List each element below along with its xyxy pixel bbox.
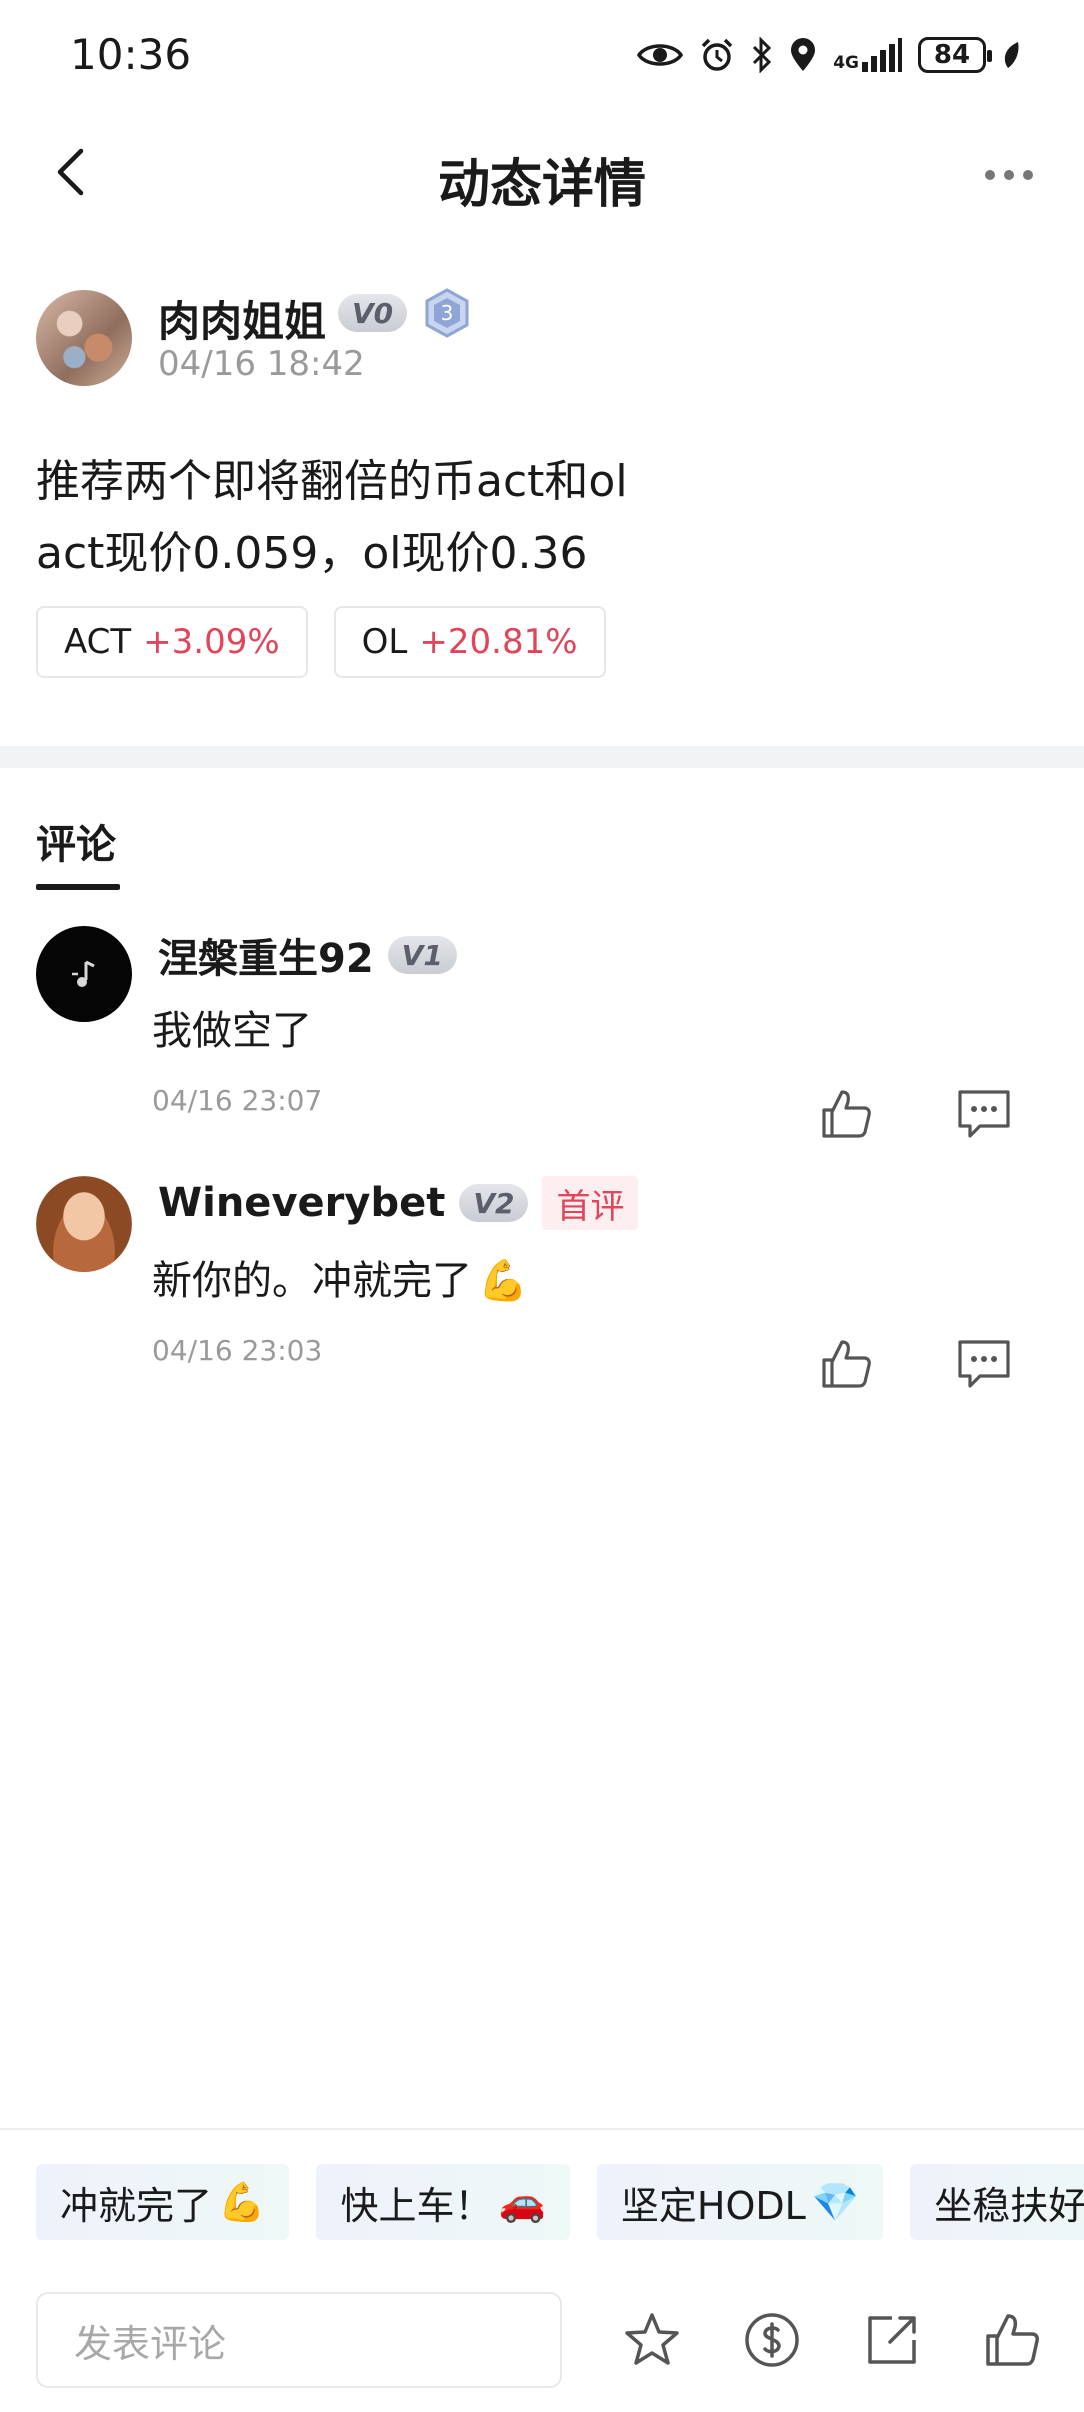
- alarm-icon: [701, 38, 733, 71]
- network-indicator: 4G: [833, 38, 902, 72]
- rank-badge-number: 3: [441, 301, 454, 325]
- music-note-icon: [72, 960, 95, 987]
- comment-text: 新你的。冲就完了 💪: [152, 1248, 528, 1306]
- star-icon[interactable]: [622, 2310, 682, 2370]
- flexed-biceps-emoji: 💪: [478, 1258, 528, 1304]
- commenter-level-badge: V1: [387, 936, 457, 974]
- ticker-chip-act[interactable]: ACT +3.09%: [36, 606, 308, 678]
- ticker-chip-ol[interactable]: OL +20.81%: [333, 606, 606, 678]
- quick-reply-row: 冲就完了 💪 快上车！ 🚗 坚定HODL 💎 坐稳扶好: [36, 2164, 1084, 2240]
- quick-reply-chip[interactable]: 快上车！ 🚗: [316, 2164, 570, 2240]
- top-nav: 动态详情: [0, 120, 1084, 230]
- ticker-change: +20.81%: [419, 622, 578, 662]
- comment-item: Wineverybet V2 首评 新你的。冲就完了 💪 04/16 23:03: [36, 1176, 1048, 1406]
- more-dot-icon: [985, 170, 995, 180]
- commenter-name[interactable]: Wineverybet: [158, 1180, 445, 1226]
- commenter-name[interactable]: 涅槃重生92: [158, 926, 374, 984]
- tab-comments[interactable]: 评论: [36, 812, 116, 870]
- ticker-chips: ACT +3.09% OL +20.81%: [36, 606, 606, 678]
- thumbs-up-icon[interactable]: [818, 1336, 874, 1392]
- first-comment-tag: 首评: [542, 1176, 639, 1230]
- author-level-badge: V0: [338, 294, 408, 332]
- share-icon[interactable]: [862, 2310, 922, 2370]
- ticker-symbol: ACT: [64, 622, 132, 662]
- commenter-avatar[interactable]: [36, 926, 132, 1022]
- comment-bubble-icon[interactable]: [954, 1086, 1014, 1142]
- flexed-biceps-emoji: 💪: [218, 2179, 266, 2224]
- network-type: 4G: [833, 53, 859, 73]
- tab-active-indicator: [36, 884, 120, 890]
- page-title: 动态详情: [437, 155, 646, 215]
- author-name[interactable]: 肉肉姐姐: [158, 288, 326, 349]
- comment-bubble-icon[interactable]: [954, 1336, 1014, 1392]
- post-time: 04/16 18:42: [158, 344, 365, 384]
- commenter-level-badge: V2: [459, 1184, 529, 1222]
- section-divider: [0, 746, 1084, 768]
- quick-reply-text: 坚定HODL: [620, 2183, 806, 2228]
- quick-reply-text: 冲就完了: [60, 2183, 213, 2228]
- rank-badge-icon: 3: [425, 288, 469, 338]
- post-body: 推荐两个即将翻倍的币act和ol act现价0.059，ol现价0.36: [36, 446, 1036, 590]
- post-author: 肉肉姐姐 V0 3 04/16 18:42: [36, 288, 1036, 388]
- comment-text: 我做空了: [152, 1008, 312, 1054]
- more-dot-icon: [1004, 170, 1014, 180]
- more-dot-icon: [1023, 170, 1033, 180]
- quick-reply-text: 快上车！: [340, 2183, 493, 2228]
- commenter-avatar[interactable]: [36, 1176, 132, 1272]
- battery-indicator: 84: [918, 37, 992, 73]
- commenter-name-row: 涅槃重生92 V1: [158, 926, 457, 984]
- car-emoji: 🚗: [498, 2179, 546, 2224]
- comment-time: 04/16 23:07: [152, 1084, 323, 1117]
- post-line: 推荐两个即将翻倍的币act和ol: [36, 456, 628, 507]
- signal-icon: [862, 38, 902, 72]
- quick-reply-chip[interactable]: 冲就完了 💪: [36, 2164, 290, 2240]
- ticker-symbol: OL: [361, 622, 408, 662]
- post-line: act现价0.059，ol现价0.36: [36, 528, 588, 579]
- gem-emoji: 💎: [811, 2179, 860, 2224]
- comment-item: 涅槃重生92 V1 我做空了 04/16 23:07: [36, 926, 1048, 1156]
- thumbs-up-icon[interactable]: [818, 1086, 874, 1142]
- comment-text-content: 新你的。冲就完了: [152, 1258, 472, 1304]
- comment-time: 04/16 23:03: [152, 1334, 323, 1367]
- quick-reply-chip[interactable]: 坐稳扶好: [910, 2164, 1084, 2240]
- bluetooth-icon: [753, 37, 772, 73]
- status-icons: 4G 84: [637, 30, 1022, 80]
- comment-input[interactable]: 发表评论: [36, 2292, 562, 2388]
- status-bar: 10:36 4G 84: [0, 0, 1084, 110]
- location-icon: [791, 38, 816, 71]
- more-options-button[interactable]: [974, 150, 1044, 200]
- leaf-icon: [1004, 42, 1019, 68]
- author-avatar[interactable]: [36, 290, 132, 386]
- status-time: 10:36: [70, 30, 192, 79]
- eye-icon: [637, 44, 684, 66]
- ticker-change: +3.09%: [143, 622, 280, 662]
- bottom-divider: [0, 2128, 1084, 2130]
- quick-reply-text: 坐稳扶好: [934, 2183, 1084, 2228]
- coin-icon[interactable]: [742, 2310, 802, 2370]
- quick-reply-chip[interactable]: 坚定HODL 💎: [596, 2164, 884, 2240]
- thumbs-up-icon[interactable]: [982, 2310, 1042, 2370]
- commenter-name-row: Wineverybet V2 首评: [158, 1176, 639, 1230]
- battery-level: 84: [933, 40, 971, 70]
